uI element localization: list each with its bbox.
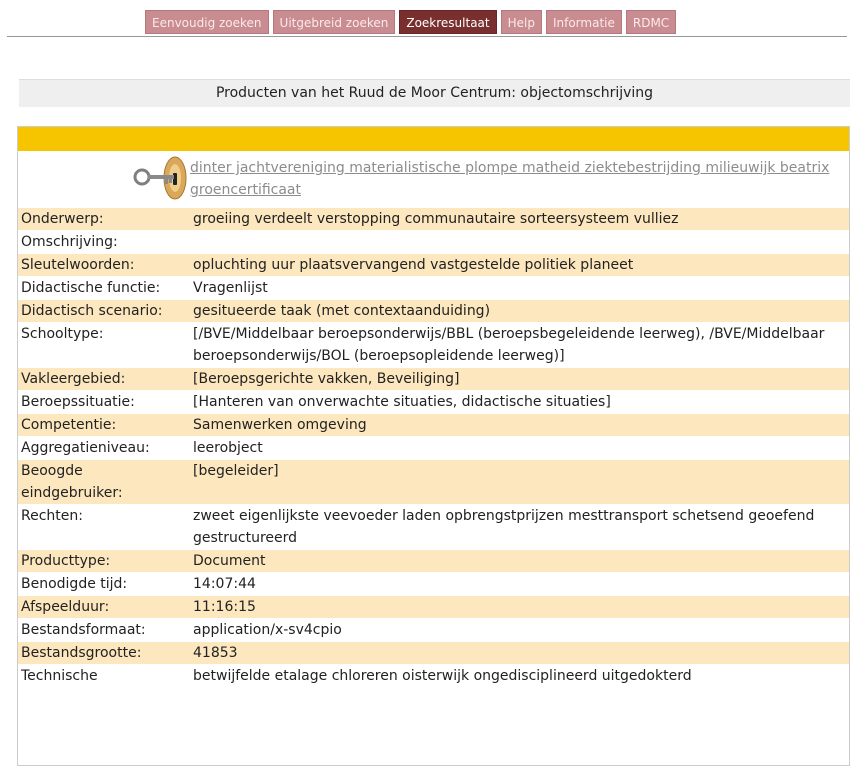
- field-label: Competentie:: [18, 413, 190, 437]
- field-value: [/BVE/Middelbaar beroepsonderwijs/BBL (b…: [193, 326, 825, 364]
- field-value: betwijfelde etalage chloreren oisterwijk…: [193, 668, 692, 684]
- field-value: opluchting uur plaatsvervangend vastgest…: [190, 253, 849, 277]
- field-value: Vragenlijst: [193, 280, 268, 296]
- metadata-table: Onderwerp: groeiing verdeelt verstopping…: [18, 207, 849, 687]
- field-value: Document: [190, 549, 849, 573]
- field-value: groeiing verdeelt verstopping communauta…: [190, 207, 849, 231]
- table-row: Rechten: zweet eigenlijkste veevoeder la…: [18, 504, 849, 550]
- field-label: Afspeelduur:: [18, 595, 190, 619]
- table-row: Bestandsformaat: application/x-sv4cpio: [18, 618, 849, 642]
- field-value: [190, 231, 849, 254]
- table-row: Beoogde eindgebruiker: [begeleider]: [18, 459, 849, 505]
- field-value: 14:07:44: [193, 576, 256, 592]
- table-row: Schooltype: [/BVE/Middelbaar beroepsonde…: [18, 322, 849, 368]
- nav-tab-informatie[interactable]: Informatie: [545, 10, 622, 34]
- nav-tab-uitgebreid-zoeken[interactable]: Uitgebreid zoeken: [272, 10, 396, 34]
- table-row: Omschrijving:: [18, 230, 849, 254]
- nav-tab-help[interactable]: Help: [500, 10, 542, 34]
- field-value: [Hanteren van onverwachte situaties, did…: [193, 394, 611, 410]
- table-row: Aggregatieniveau: leerobject: [18, 436, 849, 460]
- field-label: Beoogde eindgebruiker:: [18, 459, 190, 505]
- field-label: Beroepssituatie:: [21, 394, 135, 410]
- table-row: Technische betwijfelde etalage chloreren…: [18, 664, 849, 688]
- table-row: Didactische functie: Vragenlijst: [18, 276, 849, 300]
- field-value: leerobject: [193, 440, 263, 456]
- nav-tab-rdmc[interactable]: RDMC: [625, 10, 677, 34]
- field-label: Schooltype:: [21, 326, 104, 342]
- field-value: [Beroepsgerichte vakken, Beveiliging]: [190, 367, 849, 391]
- field-label: Onderwerp:: [18, 207, 190, 231]
- field-value: 11:16:15: [190, 595, 849, 619]
- field-value: Samenwerken omgeving: [190, 413, 849, 437]
- field-value: 41853: [190, 641, 849, 665]
- table-row: Vakleergebied: [Beroepsgerichte vakken, …: [18, 367, 849, 391]
- table-row: Bestandsgrootte: 41853: [18, 641, 849, 665]
- field-label: Producttype:: [18, 549, 190, 573]
- result-title-link[interactable]: dinter jachtvereniging materialistische …: [190, 151, 849, 207]
- field-value: application/x-sv4cpio: [193, 622, 342, 638]
- table-row: Afspeelduur: 11:16:15: [18, 595, 849, 619]
- field-label: Vakleergebied:: [18, 367, 190, 391]
- nav-divider: [7, 36, 847, 37]
- table-row: Producttype: Document: [18, 549, 849, 573]
- field-value: [begeleider]: [190, 459, 849, 505]
- table-row: Onderwerp: groeiing verdeelt verstopping…: [18, 207, 849, 231]
- table-row: Didactisch scenario: gesitueerde taak (m…: [18, 299, 849, 323]
- nav-tab-zoekresultaat[interactable]: Zoekresultaat: [399, 10, 497, 34]
- key-icon: [18, 151, 190, 207]
- field-label: Omschrijving:: [21, 234, 118, 250]
- field-label: Technische: [21, 668, 98, 684]
- result-title-row: dinter jachtvereniging materialistische …: [18, 151, 849, 207]
- field-label: Aggregatieniveau:: [21, 440, 150, 456]
- top-navigation: Eenvoudig zoeken Uitgebreid zoeken Zoekr…: [145, 10, 677, 34]
- field-label: Sleutelwoorden:: [18, 253, 190, 277]
- field-label: Bestandsgrootte:: [18, 641, 190, 665]
- table-row: Benodigde tijd: 14:07:44: [18, 572, 849, 596]
- field-label: Bestandsformaat:: [21, 622, 146, 638]
- table-row: Beroepssituatie: [Hanteren van onverwach…: [18, 390, 849, 414]
- field-label: Benodigde tijd:: [21, 576, 128, 592]
- field-label: Didactisch scenario:: [18, 299, 190, 323]
- field-value: gesitueerde taak (met contextaanduiding): [190, 299, 849, 323]
- field-value: zweet eigenlijkste veevoeder laden opbre…: [193, 508, 815, 546]
- field-label: Didactische functie:: [21, 280, 161, 296]
- field-label: Rechten:: [21, 508, 83, 524]
- result-panel: dinter jachtvereniging materialistische …: [17, 126, 850, 766]
- table-row: Competentie: Samenwerken omgeving: [18, 413, 849, 437]
- page-title: Producten van het Ruud de Moor Centrum: …: [19, 79, 850, 107]
- panel-header-bar: [18, 127, 849, 151]
- table-row: Sleutelwoorden: opluchting uur plaatsver…: [18, 253, 849, 277]
- nav-tab-eenvoudig-zoeken[interactable]: Eenvoudig zoeken: [145, 10, 269, 34]
